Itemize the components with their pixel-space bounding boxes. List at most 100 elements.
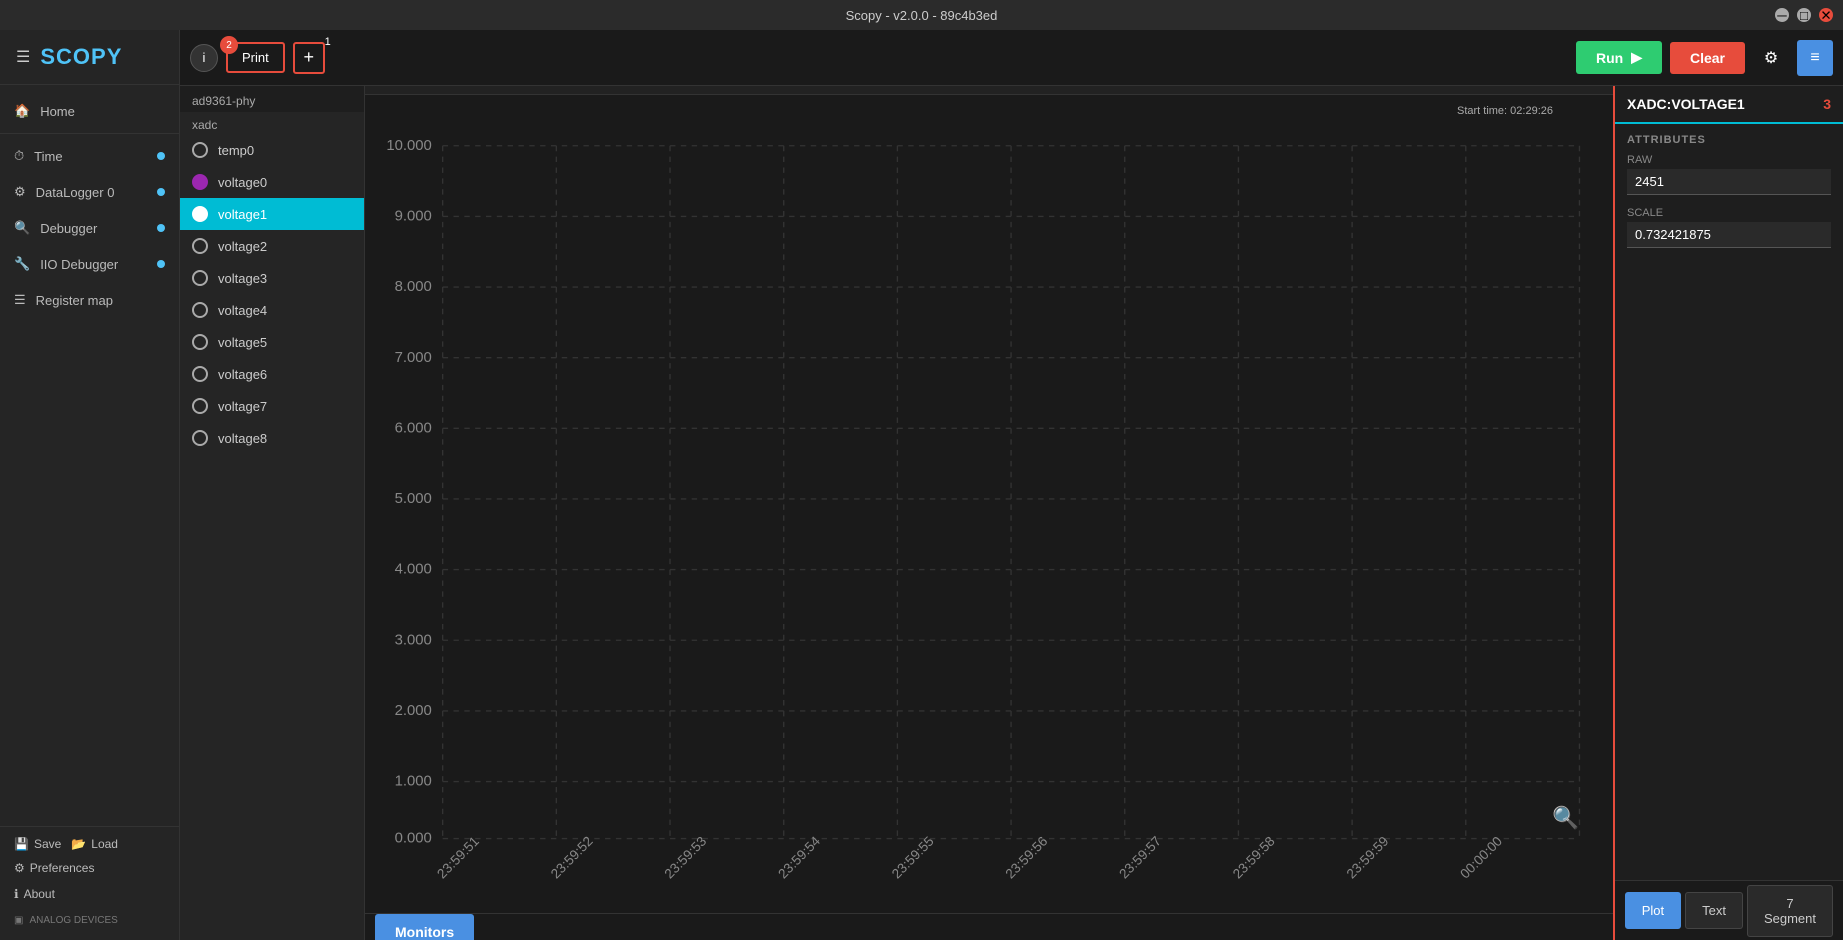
chart-svg[interactable]: 10.000 9.000 8.000 7.000 6.000 5.000 4.0… — [375, 105, 1593, 893]
channel-label: voltage2 — [218, 239, 267, 254]
load-button[interactable]: 📂 Load — [71, 837, 118, 851]
run-label: Run — [1596, 50, 1623, 66]
run-button[interactable]: Run ▶ — [1576, 41, 1662, 74]
monitors-button[interactable]: Monitors — [375, 914, 474, 940]
sidebar-item-debugger[interactable]: 🔍 Debugger — [0, 210, 179, 246]
load-icon: 📂 — [71, 837, 86, 851]
settings-icon: ⚙ — [1764, 48, 1778, 68]
channel-voltage0[interactable]: voltage0 — [180, 166, 364, 198]
toolbar: i 2 Print + 1 Run ▶ Clear ⚙ ≡ — [180, 30, 1843, 86]
sidebar-item-time[interactable]: ⏱ Time — [0, 138, 179, 174]
about-label: About — [24, 887, 55, 901]
svg-text:5.000: 5.000 — [395, 491, 432, 507]
svg-text:23:59:53: 23:59:53 — [662, 833, 710, 881]
active-dot — [157, 260, 165, 268]
svg-text:23:59:51: 23:59:51 — [434, 833, 482, 881]
sidebar: ☰ SCOPY 🏠 Home ⏱ Time ⚙ DataLogger 0 🔍 D… — [0, 30, 180, 940]
sidebar-item-label: Time — [34, 149, 62, 164]
svg-text:🔍: 🔍 — [1552, 803, 1579, 830]
save-label: Save — [34, 837, 61, 851]
channel-label: voltage3 — [218, 271, 267, 286]
active-dot — [157, 224, 165, 232]
text-button[interactable]: Text — [1685, 892, 1743, 929]
save-button[interactable]: 💾 Save — [14, 837, 61, 851]
sidebar-item-register-map[interactable]: ☰ Register map — [0, 282, 179, 318]
channel-label: voltage5 — [218, 335, 267, 350]
sidebar-item-iio-debugger[interactable]: 🔧 IIO Debugger — [0, 246, 179, 282]
channel-voltage6[interactable]: voltage6 — [180, 358, 364, 390]
sidebar-item-label: Debugger — [40, 221, 97, 236]
channel-radio — [192, 142, 208, 158]
svg-text:6.000: 6.000 — [395, 420, 432, 436]
about-button[interactable]: ℹ About — [14, 885, 165, 903]
channel-voltage1[interactable]: voltage1 — [180, 198, 364, 230]
settings-button[interactable]: ⚙ — [1753, 40, 1789, 76]
attributes-section: ATTRIBUTES RAW 2451 SCALE 0.732421875 — [1615, 124, 1843, 270]
preferences-button[interactable]: ⚙ Preferences — [14, 859, 165, 877]
datalogger-icon: ⚙ — [14, 184, 26, 200]
channel-temp0[interactable]: temp0 — [180, 134, 364, 166]
add-badge: 1 — [325, 36, 331, 48]
svg-text:23:59:59: 23:59:59 — [1344, 833, 1392, 881]
device-label: ad9361-phy — [180, 86, 364, 112]
sidebar-item-label: DataLogger 0 — [36, 185, 115, 200]
channel-voltage8[interactable]: voltage8 — [180, 422, 364, 454]
sidebar-item-datalogger[interactable]: ⚙ DataLogger 0 — [0, 174, 179, 210]
brand-icon: ▣ — [14, 915, 23, 926]
attributes-label: ATTRIBUTES — [1627, 134, 1831, 146]
close-button[interactable]: ✕ — [1819, 8, 1833, 22]
channel-radio — [192, 430, 208, 446]
channel-voltage5[interactable]: voltage5 — [180, 326, 364, 358]
svg-text:9.000: 9.000 — [395, 208, 432, 224]
plot-button[interactable]: Plot — [1625, 892, 1681, 929]
hamburger-icon[interactable]: ☰ — [16, 47, 30, 67]
print-button[interactable]: 2 Print — [226, 42, 285, 73]
debugger-icon: 🔍 — [14, 220, 30, 236]
sidebar-bottom: 💾 Save 📂 Load ⚙ Preferences ℹ About ▣ AN… — [0, 826, 179, 940]
svg-text:4.000: 4.000 — [395, 562, 432, 578]
content-area: ad9361-phy xadc temp0 voltage0 voltage1 … — [180, 86, 1843, 940]
add-button[interactable]: + 1 — [293, 42, 325, 74]
minimize-button[interactable]: ─ — [1775, 8, 1789, 22]
svg-text:0.000: 0.000 — [395, 831, 432, 847]
channel-label: voltage0 — [218, 175, 267, 190]
sidebar-logo: ☰ SCOPY — [0, 30, 179, 85]
maximize-button[interactable]: □ — [1797, 8, 1811, 22]
scale-value: 0.732421875 — [1627, 222, 1831, 248]
channel-label: voltage1 — [218, 207, 267, 222]
svg-text:3.000: 3.000 — [395, 632, 432, 648]
panel-badge: 3 — [1823, 96, 1831, 112]
analog-devices-logo: ▣ ANALOG DEVICES — [14, 911, 165, 930]
svg-text:23:59:54: 23:59:54 — [775, 833, 823, 881]
svg-text:23:59:55: 23:59:55 — [889, 833, 937, 881]
brand-label: ANALOG DEVICES — [29, 915, 117, 926]
clear-button[interactable]: Clear — [1670, 42, 1745, 74]
channel-label: temp0 — [218, 143, 254, 158]
svg-text:23:59:52: 23:59:52 — [548, 833, 596, 881]
svg-text:2.000: 2.000 — [395, 703, 432, 719]
channel-voltage4[interactable]: voltage4 — [180, 294, 364, 326]
plot-header — [365, 86, 1613, 95]
sidebar-item-home[interactable]: 🏠 Home — [0, 93, 179, 129]
chart-wrapper: Start time: 02:29:26 — [365, 95, 1613, 913]
info-button[interactable]: i — [190, 44, 218, 72]
scale-label: SCALE — [1627, 207, 1831, 219]
home-icon: 🏠 — [14, 103, 30, 119]
channel-voltage2[interactable]: voltage2 — [180, 230, 364, 262]
run-icon: ▶ — [1631, 49, 1642, 66]
print-badge: 2 — [220, 36, 238, 54]
channel-voltage7[interactable]: voltage7 — [180, 390, 364, 422]
save-load-row: 💾 Save 📂 Load — [14, 837, 165, 851]
load-label: Load — [91, 837, 118, 851]
svg-text:23:59:58: 23:59:58 — [1230, 833, 1278, 881]
menu-button[interactable]: ≡ — [1797, 40, 1833, 76]
bottom-bar: Monitors — [365, 913, 1613, 940]
channel-label: voltage4 — [218, 303, 267, 318]
raw-value: 2451 — [1627, 169, 1831, 195]
channel-voltage3[interactable]: voltage3 — [180, 262, 364, 294]
segment-button[interactable]: 7 Segment — [1747, 885, 1833, 937]
sidebar-nav: 🏠 Home ⏱ Time ⚙ DataLogger 0 🔍 Debugger … — [0, 85, 179, 826]
raw-attr: RAW 2451 — [1627, 154, 1831, 195]
main-content: i 2 Print + 1 Run ▶ Clear ⚙ ≡ — [180, 30, 1843, 940]
svg-text:23:59:56: 23:59:56 — [1003, 833, 1051, 881]
